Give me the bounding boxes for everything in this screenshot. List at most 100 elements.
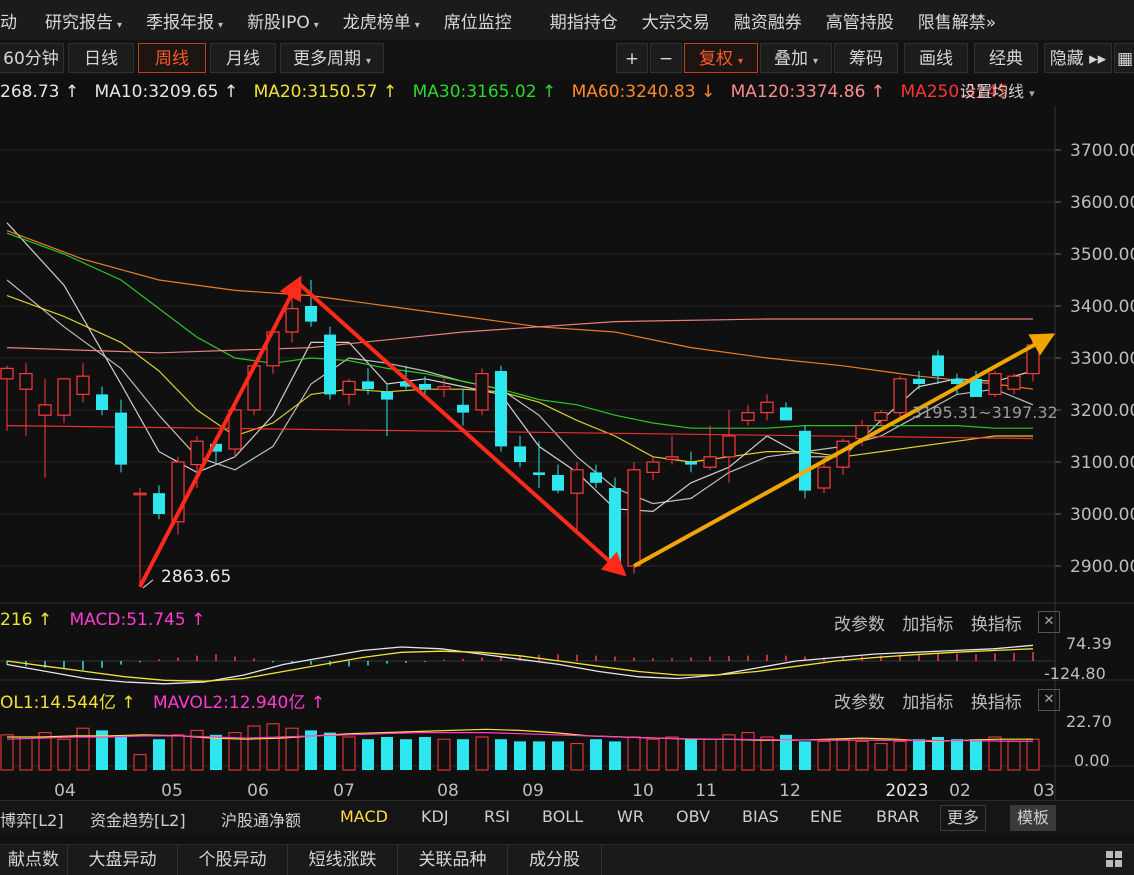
nav-item-block-trade[interactable]: 大宗交易 <box>632 8 724 33</box>
classic-button[interactable]: 经典 <box>974 43 1038 73</box>
tab-template[interactable]: 模板 <box>1010 805 1057 831</box>
chips-button[interactable]: 筹码 <box>834 43 898 73</box>
volume-bar <box>590 739 602 770</box>
moving-average-lines <box>6 222 1034 513</box>
tab-more[interactable]: 更多 <box>940 805 987 831</box>
volume-bar <box>855 740 869 771</box>
candle-body <box>799 430 811 491</box>
volume-bar <box>342 736 356 771</box>
nav-item-executive-holdings[interactable]: 高管持股 <box>816 8 908 33</box>
volume-bar <box>703 738 717 771</box>
candle-body <box>514 446 526 462</box>
close-icon[interactable]: ✕ <box>1038 689 1060 711</box>
tab-kdj[interactable]: KDJ <box>421 807 449 826</box>
tab-macd[interactable]: MACD <box>340 807 388 826</box>
vol-add-indicator-button[interactable]: 加指标 <box>902 693 953 713</box>
vol-param-button[interactable]: 改参数 <box>834 693 885 713</box>
zoom-out-button[interactable]: − <box>650 43 682 73</box>
footer-tab-market-moves[interactable]: 大盘异动 <box>68 845 178 875</box>
candle-body <box>190 440 204 466</box>
fuquan-dropdown[interactable]: 复权 ▾ <box>684 43 758 73</box>
candle-body <box>324 334 336 395</box>
volume-bar <box>988 736 1002 771</box>
nav-item-partial[interactable]: 动 <box>0 8 35 33</box>
volume-bar <box>951 739 963 770</box>
tab-ene[interactable]: ENE <box>810 807 842 826</box>
candle-body <box>609 488 621 566</box>
x-tick-label: 05 <box>161 781 183 800</box>
footer-tab-related[interactable]: 关联品种 <box>398 845 508 875</box>
candle-body <box>19 373 33 390</box>
candle-body <box>38 404 52 416</box>
nav-item-dragon-tiger[interactable]: 龙虎榜单 ▾ <box>333 8 434 33</box>
close-icon[interactable]: ✕ <box>1038 611 1060 633</box>
volume-bar <box>133 754 147 771</box>
footer-tab-constituents[interactable]: 成分股 <box>508 845 602 875</box>
period-monthly-button[interactable]: 月线 <box>210 43 276 73</box>
y-tick-label: 3400.00 <box>1070 297 1134 317</box>
tab-wr[interactable]: WR <box>617 807 644 826</box>
volume-bar <box>665 736 679 771</box>
tab-fund-trend-l2[interactable]: 资金趋势[L2] <box>90 807 186 831</box>
period-60min-button[interactable]: 60分钟 <box>0 43 64 73</box>
nav-item-research-report[interactable]: 研究报告 ▾ <box>35 8 136 33</box>
nav-item-margin-trading[interactable]: 融资融券 <box>724 8 816 33</box>
volume-bar <box>400 739 412 770</box>
candle-body <box>342 380 356 395</box>
x-tick-label: 04 <box>54 781 76 800</box>
tab-brar[interactable]: BRAR <box>876 807 920 826</box>
tab-bias[interactable]: BIAS <box>742 807 779 826</box>
footer-tab-stock-moves[interactable]: 个股异动 <box>178 845 288 875</box>
grid-icon[interactable] <box>1106 851 1122 867</box>
draw-line-button[interactable]: 画线 <box>904 43 968 73</box>
tab-obv[interactable]: OBV <box>676 807 710 826</box>
macd-add-indicator-button[interactable]: 加指标 <box>902 615 953 635</box>
candle-body <box>646 461 660 473</box>
nav-item-ipo[interactable]: 新股IPO ▾ <box>237 8 333 33</box>
hide-button[interactable]: 隐藏 ▸▸ <box>1044 43 1112 73</box>
macd-panel-buttons: 改参数 加指标 换指标 <box>834 610 1022 635</box>
candle-body <box>0 367 14 380</box>
chart-toolbar: 60分钟 日线 周线 月线 更多周期 ▾ + − 复权 ▾ 叠加 ▾ 筹码 画线 经典… <box>0 40 1134 76</box>
more-icon[interactable]: ▦ <box>1114 43 1134 73</box>
tab-game-l2[interactable]: 博弈[L2] <box>0 807 64 831</box>
footer-tab-short-term[interactable]: 短线涨跌 <box>288 845 398 875</box>
macd-param-button[interactable]: 改参数 <box>834 615 885 635</box>
y-tick-label: 2900.00 <box>1070 557 1134 577</box>
period-daily-button[interactable]: 日线 <box>68 43 134 73</box>
candle-body <box>381 391 393 400</box>
nav-item-seat-monitor[interactable]: 席位监控 <box>434 8 526 33</box>
macd-switch-indicator-button[interactable]: 换指标 <box>971 615 1022 635</box>
macd-y-label-bottom: -124.80 <box>1044 664 1106 683</box>
tab-northbound-net[interactable]: 沪股通净额 <box>221 807 301 831</box>
footer-tab-points[interactable]: 献点数 <box>0 845 68 875</box>
zoom-in-button[interactable]: + <box>616 43 648 73</box>
volume-bar <box>722 734 736 771</box>
ma-line-ma5 <box>6 222 1034 513</box>
vol-switch-indicator-button[interactable]: 换指标 <box>971 693 1022 713</box>
candle-body <box>760 401 774 414</box>
nav-item-lockup-release[interactable]: 限售解禁» <box>908 8 1010 33</box>
y-tick-label: 3200.00 <box>1070 401 1134 421</box>
trend-arrow <box>138 275 302 588</box>
tab-rsi[interactable]: RSI <box>484 807 510 826</box>
nav-item-quarterly-report[interactable]: 季报年报 ▾ <box>136 8 237 33</box>
period-weekly-button[interactable]: 周线 <box>138 43 206 73</box>
nav-item-futures-position[interactable]: 期指持仓 <box>526 8 632 33</box>
y-tick-label: 3600.00 <box>1070 193 1134 213</box>
chevron-down-icon: ▾ <box>737 56 744 67</box>
overlay-dropdown[interactable]: 叠加 ▾ <box>760 43 832 73</box>
chevron-down-icon: ▾ <box>313 19 319 31</box>
more-periods-dropdown[interactable]: 更多周期 ▾ <box>280 43 384 73</box>
mavol1-value: OL1:14.544亿 ↑ <box>0 693 136 713</box>
volume-bar <box>115 737 127 770</box>
macd-value: MACD:51.745 ↑ <box>69 610 206 630</box>
volume-bar <box>437 738 451 771</box>
x-tick-label: 11 <box>695 781 717 800</box>
tab-boll[interactable]: BOLL <box>542 807 583 826</box>
volume-y-label-bottom: 0.00 <box>1074 751 1110 770</box>
volume-bar <box>760 736 774 771</box>
chevron-down-icon: ▾ <box>218 19 224 31</box>
ma-line-ma30 <box>6 232 1033 429</box>
candle-body <box>133 492 147 496</box>
